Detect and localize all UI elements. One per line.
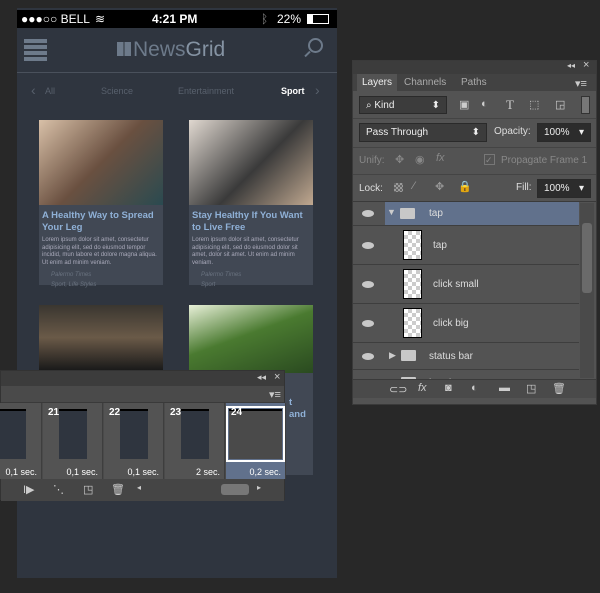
opacity-label: Opacity: <box>494 126 531 137</box>
layers-panel: ◂◂ × Layers Channels Paths ▾≡ ⌕ Kind ⬍ ▣ ◐… <box>352 59 597 405</box>
expand-arrow-icon[interactable]: ▶ <box>389 350 396 361</box>
tween-icon[interactable]: ⋱ <box>53 483 64 496</box>
close-icon[interactable]: × <box>583 59 589 71</box>
delete-frame-icon[interactable]: 🗑 <box>111 483 125 496</box>
category-sport[interactable]: Sport <box>281 86 305 96</box>
close-icon[interactable]: × <box>274 371 280 383</box>
lock-label: Lock: <box>359 183 383 194</box>
duplicate-frame-icon[interactable]: ◳ <box>83 483 93 496</box>
collapse-icon[interactable]: ◂◂ <box>567 61 575 70</box>
unify-visibility-icon[interactable]: ◉ <box>415 153 425 166</box>
menu-icon[interactable] <box>24 39 47 61</box>
scroll-left-icon[interactable]: ◂ <box>137 483 141 492</box>
app-header: NewsGrid <box>17 28 337 73</box>
smart-object-filter-icon[interactable]: ◲ <box>555 98 565 111</box>
news-card[interactable]: A Healthy Way to Spread Your Leg Lorem ip… <box>39 120 163 288</box>
frame-23[interactable]: 23 2 sec. <box>165 403 225 479</box>
card-image <box>39 305 163 370</box>
visibility-icon[interactable] <box>362 353 374 360</box>
visibility-icon[interactable] <box>362 281 374 288</box>
category-all[interactable]: All <box>45 86 55 96</box>
visibility-icon[interactable] <box>362 320 374 327</box>
folder-icon <box>400 208 415 219</box>
folder-icon <box>401 350 416 361</box>
unify-position-icon[interactable]: ✥ <box>395 153 404 166</box>
search-icon[interactable] <box>308 38 323 53</box>
lock-all-icon[interactable]: 🔒 <box>458 180 472 193</box>
tab-paths[interactable]: Paths <box>456 74 492 91</box>
adjustment-layer-icon[interactable]: ◐ <box>471 382 478 394</box>
layer-click-small[interactable]: click small <box>353 265 579 304</box>
layer-group-header[interactable]: ▶header <box>353 370 579 379</box>
chevron-right-icon[interactable]: › <box>315 82 320 98</box>
news-card[interactable]: Stay Healthy If You Want to Live Free Lor… <box>189 120 313 288</box>
type-filter-icon[interactable]: T <box>506 97 514 113</box>
scrollbar-thumb[interactable] <box>221 484 249 495</box>
shape-thumbnail <box>403 230 422 260</box>
timeline-panel: ◂◂ × ▾≡ 0,1 sec. 21 0,1 sec. 22 0,1 sec. 23… <box>0 370 286 501</box>
layer-group-tap[interactable]: ▼ tap <box>353 202 579 226</box>
unify-label: Unify: <box>359 155 385 166</box>
delete-layer-icon[interactable]: 🗑 <box>552 382 566 395</box>
new-layer-icon[interactable]: ◳ <box>526 382 536 395</box>
status-bar: ●●●○○ BELL ≋ 4:21 PM ᛒ 22% <box>17 10 337 28</box>
frame-20[interactable]: 0,1 sec. <box>0 403 42 479</box>
wifi-icon: ≋ <box>95 12 106 26</box>
shape-thumbnail <box>403 269 422 299</box>
propagate-checkbox[interactable]: ✓ <box>484 154 495 165</box>
unify-style-icon[interactable]: fx <box>436 152 445 164</box>
lock-position-icon[interactable]: ✥ <box>435 180 444 193</box>
card-image <box>189 120 313 205</box>
layers-list: ▼ tap tap click small click big ▶ status b… <box>353 202 579 379</box>
tab-channels[interactable]: Channels <box>399 74 451 91</box>
lock-pixels-icon[interactable]: ⁄ <box>413 180 415 192</box>
news-card[interactable] <box>39 305 163 375</box>
fill-input[interactable]: 100% ▾ <box>537 179 591 198</box>
panel-menu-icon[interactable]: ▾≡ <box>575 77 587 90</box>
layer-group-status-bar[interactable]: ▶ status bar <box>353 343 579 370</box>
frame-22[interactable]: 22 0,1 sec. <box>104 403 164 479</box>
card-image <box>189 305 313 373</box>
card-image <box>39 120 163 205</box>
layer-click-big[interactable]: click big <box>353 304 579 343</box>
shape-thumbnail <box>403 308 422 338</box>
layers-scrollbar[interactable] <box>580 203 594 378</box>
propagate-label: Propagate Frame 1 <box>501 155 588 166</box>
carrier: ●●●○○ BELL <box>21 12 90 26</box>
category-entertainment[interactable]: Entertainment <box>178 86 234 96</box>
bluetooth-icon: ᛒ <box>261 12 269 26</box>
opacity-input[interactable]: 100% ▾ <box>537 123 591 142</box>
battery-icon <box>307 14 329 24</box>
layer-tap[interactable]: tap <box>353 226 579 265</box>
new-group-icon[interactable]: ▬ <box>499 382 510 394</box>
blend-mode-select[interactable]: Pass Through ⬍ <box>359 123 487 142</box>
lock-transparency-icon[interactable] <box>394 183 403 192</box>
filter-kind-select[interactable]: ⌕ Kind ⬍ <box>359 96 447 114</box>
frame-24[interactable]: 24 0,2 sec. <box>226 403 286 479</box>
pixel-filter-icon[interactable]: ▣ <box>459 98 469 111</box>
frame-21[interactable]: 21 0,1 sec. <box>43 403 103 479</box>
filter-toggle[interactable] <box>581 96 590 114</box>
grid-icon <box>117 42 131 56</box>
shape-filter-icon[interactable]: ⬚ <box>529 98 539 111</box>
visibility-icon[interactable] <box>362 242 374 249</box>
fx-icon[interactable]: fx <box>418 382 427 394</box>
panel-menu-icon[interactable]: ▾≡ <box>269 388 281 401</box>
category-science[interactable]: Science <box>101 86 133 96</box>
chevron-left-icon[interactable]: ‹ <box>31 82 36 98</box>
collapse-icon[interactable]: ◂◂ <box>257 372 266 383</box>
next-frame-icon[interactable]: I▶ <box>23 483 35 496</box>
tab-layers[interactable]: Layers <box>357 74 398 91</box>
adjustment-filter-icon[interactable]: ◐ <box>481 98 488 110</box>
visibility-icon[interactable] <box>362 210 374 217</box>
link-layers-icon[interactable]: ⊂⊃ <box>389 383 407 396</box>
add-mask-icon[interactable]: ◙ <box>445 382 452 394</box>
logo: NewsGrid <box>117 38 225 62</box>
expand-arrow-icon[interactable]: ▼ <box>387 207 396 217</box>
scroll-right-icon[interactable]: ▸ <box>257 483 261 492</box>
time: 4:21 PM <box>152 12 198 26</box>
battery-percent: 22% <box>277 12 302 26</box>
fill-label: Fill: <box>516 182 532 193</box>
